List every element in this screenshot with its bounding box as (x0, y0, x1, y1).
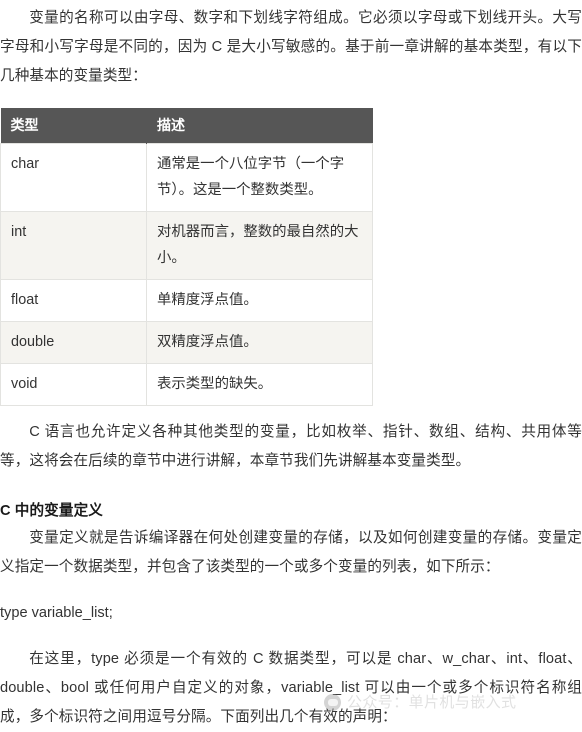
table-row: double 双精度浮点值。 (0, 321, 373, 364)
cell-type: void (0, 363, 147, 406)
table-row: void 表示类型的缺失。 (0, 363, 373, 406)
table-header: 类型 描述 (0, 108, 373, 144)
intro-paragraph: 变量的名称可以由字母、数字和下划线字符组成。它必须以字母或下划线开头。大写字母和… (0, 10, 582, 84)
table-header-row: 类型 描述 (0, 108, 373, 144)
after-table-paragraph: C 语言也允许定义各种其他类型的变量，比如枚举、指针、数组、结构、共用体等等，这… (0, 424, 582, 469)
column-header-description: 描述 (146, 108, 373, 144)
table-row: char 通常是一个八位字节（一个字节）。这是一个整数类型。 (0, 143, 373, 212)
closing-paragraph: 在这里，type 必须是一个有效的 C 数据类型，可以是 char、w_char… (0, 651, 582, 725)
variable-types-table: 类型 描述 char 通常是一个八位字节（一个字节）。这是一个整数类型。 int… (0, 108, 373, 406)
cell-type: char (0, 143, 147, 212)
section-heading: C 中的变量定义 (0, 503, 103, 519)
cell-description: 表示类型的缺失。 (146, 363, 373, 406)
cell-type: float (0, 279, 147, 322)
table-row: float 单精度浮点值。 (0, 279, 373, 322)
document-page: 变量的名称可以由字母、数字和下划线字符组成。它必须以字母或下划线开头。大写字母和… (0, 0, 582, 731)
definition-paragraph: 变量定义就是告诉编译器在何处创建变量的存储，以及如何创建变量的存储。变量定义指定… (0, 530, 582, 575)
cell-description: 对机器而言，整数的最自然的大小。 (146, 211, 373, 280)
table-row: int 对机器而言，整数的最自然的大小。 (0, 211, 373, 280)
cell-description: 双精度浮点值。 (146, 321, 373, 364)
cell-description: 通常是一个八位字节（一个字节）。这是一个整数类型。 (146, 143, 373, 212)
column-header-type: 类型 (0, 108, 147, 144)
table-body: char 通常是一个八位字节（一个字节）。这是一个整数类型。 int 对机器而言… (0, 143, 373, 406)
code-line: type variable_list; (0, 605, 113, 621)
cell-description: 单精度浮点值。 (146, 279, 373, 322)
cell-type: double (0, 321, 147, 364)
cell-type: int (0, 211, 147, 280)
